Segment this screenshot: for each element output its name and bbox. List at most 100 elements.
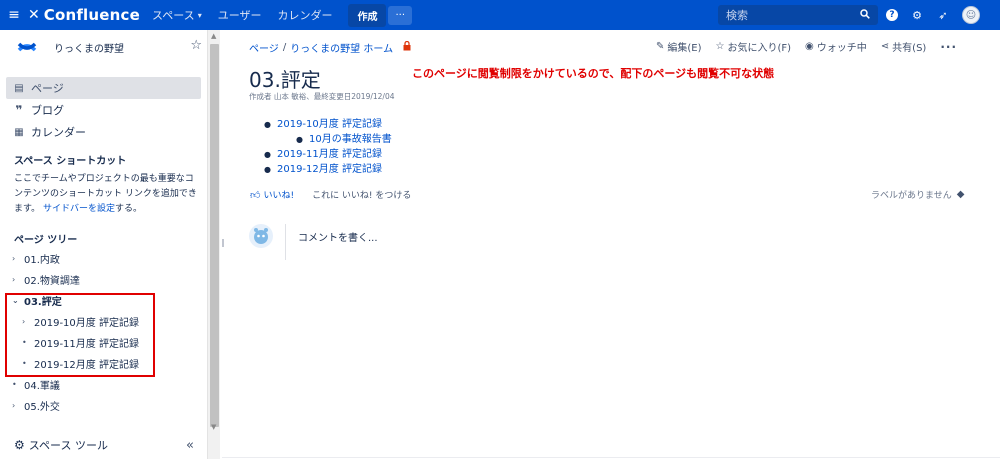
lock-icon[interactable] — [403, 40, 411, 54]
collapse-sidebar-icon[interactable]: « — [186, 438, 194, 453]
nav-users[interactable]: ユーザー — [218, 7, 262, 23]
gear-icon: ⚙ — [14, 438, 25, 452]
brand-name: Confluence — [43, 6, 140, 24]
tree-item[interactable]: › 01.内政 — [12, 248, 202, 269]
page-actions: ✎ 編集(E) ☆ お気に入り(F) ◉ ウォッチ中 ⋖ 共有(S) ··· — [656, 39, 957, 55]
annotation-note: このページに閲覧制限をかけているので、配下のページも閲覧不可な状態 — [412, 67, 775, 80]
child-page-link[interactable]: 2019-10月度 評定記録 — [277, 117, 382, 132]
notification-icon[interactable]: ➶ — [936, 8, 950, 22]
avatar — [249, 224, 273, 248]
like-row: 👍︎ いいね! これに いいね! をつける — [250, 188, 412, 202]
space-tools-label: スペース ツール — [28, 439, 108, 452]
list-item[interactable]: ● 2019-11月度 評定記録 — [264, 147, 392, 162]
edit-label: 編集(E) — [667, 43, 702, 54]
pencil-icon: ✎ — [656, 41, 665, 52]
no-labels-text: ラベルがありません — [871, 191, 952, 201]
star-icon[interactable]: ☆ — [190, 38, 202, 53]
comment-area: コメントを書く... — [249, 224, 973, 260]
bullet-icon: ● — [296, 135, 303, 144]
avatar[interactable]: ☺ — [962, 6, 980, 24]
menu-icon[interactable]: ≡ — [0, 7, 28, 23]
chevron-right-icon[interactable]: › — [12, 401, 24, 410]
shortcuts-description: ここでチームやプロジェクトの最も重要なコンテンツのショートカット リンクを追加で… — [14, 172, 202, 217]
page-byline: 作成者 山本 敏裕、最終変更日2019/12/04 — [249, 92, 395, 101]
space-name[interactable]: りっくまの野望 — [54, 40, 124, 55]
breadcrumb-separator: / — [282, 42, 287, 53]
tree-item[interactable]: • 04.軍議 — [12, 374, 202, 395]
breadcrumb: ページ / りっくまの野望 ホーム — [249, 40, 411, 55]
chevron-right-icon[interactable]: › — [12, 275, 24, 284]
sidebar-item-label: カレンダー — [31, 126, 86, 139]
more-actions-button[interactable]: ··· — [940, 40, 957, 54]
favorite-button[interactable]: ☆ お気に入り(F) — [716, 39, 792, 54]
list-item[interactable]: ● 2019-12月度 評定記録 — [264, 162, 392, 177]
eye-icon: ◉ — [805, 41, 814, 52]
scroll-up-icon[interactable]: ▲ — [211, 32, 216, 40]
chevron-right-icon[interactable]: › — [12, 254, 24, 263]
breadcrumb-space-home[interactable]: りっくまの野望 ホーム — [290, 40, 393, 55]
favorite-label: お気に入り(F) — [727, 43, 792, 54]
list-item[interactable]: ● 10月の事故報告書 — [264, 132, 392, 147]
space-logo-icon[interactable] — [14, 34, 40, 60]
bullet-icon: ● — [264, 150, 271, 159]
share-label: 共有(S) — [892, 43, 927, 54]
watch-label: ウォッチ中 — [816, 43, 867, 54]
sidebar-item-label: ブログ — [31, 104, 64, 117]
page-title: 03.評定 — [249, 68, 321, 92]
child-page-link[interactable]: 2019-11月度 評定記録 — [277, 147, 382, 162]
watch-button[interactable]: ◉ ウォッチ中 — [805, 39, 867, 54]
space-header: りっくまの野望 ☆ — [14, 32, 204, 62]
share-button[interactable]: ⋖ 共有(S) — [881, 39, 927, 54]
search-icon — [860, 8, 870, 22]
nav-spaces[interactable]: スペース ▾ — [152, 7, 202, 23]
configure-sidebar-link[interactable]: サイドバーを設定 — [43, 204, 115, 214]
search-input[interactable]: 検索 — [718, 5, 878, 25]
sidebar-item-blog[interactable]: ❞ ブログ — [6, 99, 201, 121]
child-page-link[interactable]: 10月の事故報告書 — [309, 132, 392, 147]
comment-input[interactable]: コメントを書く... — [285, 224, 973, 260]
scrollbar-thumb[interactable] — [210, 44, 219, 427]
calendar-icon: ▦ — [14, 126, 24, 138]
scroll-down-icon[interactable]: ▼ — [211, 423, 216, 431]
list-item[interactable]: ● 2019-10月度 評定記録 — [264, 117, 392, 132]
resize-handle-icon[interactable]: ‖ — [221, 238, 225, 247]
labels[interactable]: ラベルがありません ◆ — [871, 188, 964, 201]
confluence-logo[interactable]: ✕ Confluence — [28, 6, 140, 24]
sidebar-scrollbar[interactable]: ▲ ▼ — [207, 30, 220, 459]
help-icon[interactable]: ? — [886, 9, 898, 21]
tree-item-label[interactable]: 04.軍議 — [24, 377, 60, 392]
tree-item[interactable]: › 02.物資調達 — [12, 269, 202, 290]
like-first-text: これに いいね! をつける — [312, 191, 412, 201]
share-icon: ⋖ — [880, 41, 890, 52]
bullet-icon: ● — [264, 165, 271, 174]
create-more-button[interactable]: ··· — [388, 5, 413, 25]
tree-item-label[interactable]: 05.外交 — [24, 398, 60, 413]
divider — [222, 457, 1000, 458]
shortcuts-text-end: する。 — [115, 204, 143, 214]
like-button[interactable]: 👍︎ いいね! — [250, 188, 295, 202]
top-right-icons: ? ⚙ ➶ ☺ — [886, 0, 980, 30]
space-tools-button[interactable]: ⚙ スペース ツール — [14, 437, 108, 453]
star-icon: ☆ — [715, 41, 725, 52]
tree-item[interactable]: › 05.外交 — [12, 395, 202, 416]
search-placeholder: 検索 — [726, 9, 748, 22]
edit-button[interactable]: ✎ 編集(E) — [656, 39, 702, 54]
nav-spaces-label: スペース — [152, 9, 195, 22]
shortcuts-title: スペース ショートカット — [14, 156, 127, 167]
tree-item-label[interactable]: 01.内政 — [24, 251, 60, 266]
tag-icon[interactable]: ◆ — [957, 189, 965, 200]
sidebar-item-calendar[interactable]: ▦ カレンダー — [6, 121, 201, 143]
breadcrumb-pages[interactable]: ページ — [249, 40, 279, 55]
child-page-link[interactable]: 2019-12月度 評定記録 — [277, 162, 382, 177]
child-pages-list: ● 2019-10月度 評定記録 ● 10月の事故報告書 ● 2019-11月度… — [264, 117, 392, 177]
gear-icon[interactable]: ⚙ — [910, 8, 924, 22]
sidebar-item-pages[interactable]: ▤ ページ — [6, 77, 201, 99]
annotation-highlight-box — [5, 293, 155, 377]
quote-icon: ❞ — [15, 103, 23, 117]
create-button[interactable]: 作成 — [348, 3, 387, 27]
bullet-icon: ● — [264, 120, 271, 129]
like-label: いいね! — [263, 191, 295, 201]
confluence-logo-icon: ✕ — [28, 7, 40, 23]
tree-item-label[interactable]: 02.物資調達 — [24, 272, 80, 287]
nav-calendar[interactable]: カレンダー — [277, 7, 332, 23]
